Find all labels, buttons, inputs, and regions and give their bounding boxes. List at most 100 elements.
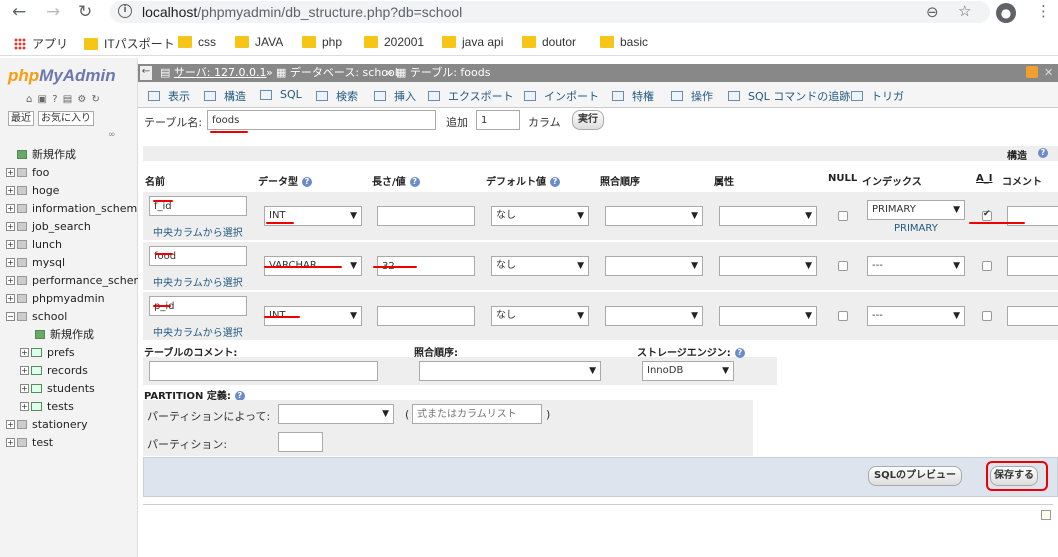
bookmark-folder[interactable]: doutor <box>522 35 576 49</box>
sql-preview-button[interactable]: SQLのプレビュー <box>868 466 962 486</box>
sidebar-item[interactable]: + records <box>20 362 88 378</box>
expand-icon[interactable]: + <box>20 365 29 375</box>
field-auto-increment-checkbox[interactable] <box>982 209 992 221</box>
bookmark-folder[interactable]: ITパスポート <box>84 35 175 52</box>
sidebar-item[interactable]: 新規作成 <box>24 326 94 342</box>
sidebar-item[interactable]: + lunch <box>6 236 62 252</box>
close-icon[interactable]: ✕ <box>1044 64 1053 82</box>
reload-icon[interactable]: ↻ <box>78 3 92 21</box>
tab-menu-item[interactable]: 特権 <box>612 88 654 104</box>
back-icon[interactable]: ← <box>12 3 26 21</box>
forward-icon[interactable]: → <box>46 3 60 21</box>
home-icon[interactable]: ⌂ <box>26 94 33 105</box>
tab-recent[interactable]: 最近 <box>8 111 34 126</box>
expand-icon[interactable]: + <box>6 185 15 195</box>
expand-icon[interactable]: + <box>6 167 15 177</box>
field-comment-input[interactable] <box>1007 256 1058 276</box>
bookmark-folder[interactable]: JAVA <box>235 35 283 49</box>
expand-icon[interactable]: + <box>6 419 15 429</box>
field-name-input[interactable] <box>149 246 247 266</box>
sidebar-item[interactable]: − school <box>6 308 67 324</box>
tab-menu-item[interactable]: エクスポート <box>428 88 514 104</box>
expand-icon[interactable]: + <box>20 401 29 411</box>
partitions-count-input[interactable] <box>278 432 323 452</box>
docs-icon[interactable]: ▤ <box>63 94 73 105</box>
storage-engine-select[interactable]: InnoDB ▼ <box>642 361 734 381</box>
tab-menu-item[interactable]: 操作 <box>671 88 713 104</box>
sidebar-item[interactable]: 新規作成 <box>6 146 76 162</box>
info-icon[interactable]: i <box>118 4 132 18</box>
tab-menu-item[interactable]: 挿入 <box>374 88 416 104</box>
partition-by-select[interactable]: ▼ <box>278 404 394 424</box>
bookmark-folder[interactable]: php <box>302 35 342 49</box>
field-index-select[interactable]: PRIMARY ▼ <box>867 200 965 220</box>
go-button[interactable]: 実行 <box>572 110 604 130</box>
expand-icon[interactable]: + <box>6 221 15 231</box>
select-central-column-link[interactable]: 中央カラムから選択 <box>153 324 243 339</box>
field-attributes-select[interactable]: ▼ <box>719 306 817 326</box>
more-menu-icon[interactable]: ⋮ <box>1036 2 1051 20</box>
sidebar-item[interactable]: + tests <box>20 398 74 414</box>
expand-icon[interactable]: + <box>20 383 29 393</box>
tab-menu-item[interactable]: SQL コマンドの追跡 <box>728 88 850 104</box>
breadcrumb-server[interactable]: ▤ サーバ: 127.0.0.1 <box>160 64 266 82</box>
tab-menu-item[interactable]: トリガ <box>851 88 904 104</box>
field-collation-select[interactable]: ▼ <box>605 256 703 276</box>
help-icon[interactable]: ? <box>550 177 560 187</box>
select-central-column-link[interactable]: 中央カラムから選択 <box>153 274 243 289</box>
collapse-arrow-icon[interactable]: ← <box>140 66 152 80</box>
star-icon[interactable]: ☆ <box>958 2 971 20</box>
field-index-select[interactable]: --- ▼ <box>867 306 965 326</box>
field-default-select[interactable]: なし ▼ <box>491 256 589 276</box>
address-bar[interactable]: i localhost/phpmyadmin/db_structure.php?… <box>110 1 990 23</box>
tab-menu-item[interactable]: 表示 <box>148 88 190 104</box>
select-central-column-link[interactable]: 中央カラムから選択 <box>153 224 243 239</box>
reload-nav-icon[interactable]: ↻ <box>91 94 100 105</box>
field-collation-select[interactable]: ▼ <box>605 206 703 226</box>
field-null-checkbox[interactable] <box>838 261 848 271</box>
expand-icon[interactable]: + <box>6 293 15 303</box>
help-icon[interactable]: ? <box>734 348 745 358</box>
help-icon[interactable]: ? <box>409 177 420 187</box>
sidebar-item[interactable]: + stationery <box>6 416 88 432</box>
field-length-input[interactable] <box>377 206 475 226</box>
collapse-icon[interactable]: − <box>6 311 15 321</box>
profile-avatar-icon[interactable]: ● <box>996 3 1016 23</box>
lock-icon[interactable] <box>1026 66 1038 78</box>
console-icon[interactable] <box>1041 510 1051 520</box>
table-collation-select[interactable]: ▼ <box>419 361 601 381</box>
expand-icon[interactable]: + <box>6 275 15 285</box>
field-length-input[interactable] <box>377 306 475 326</box>
help-icon[interactable]: ? <box>52 94 58 105</box>
sidebar-item[interactable]: + phpmyadmin <box>6 290 105 306</box>
sidebar-item[interactable]: + hoge <box>6 182 59 198</box>
expand-icon[interactable]: + <box>20 347 29 357</box>
sidebar-item[interactable]: + foo <box>6 164 49 180</box>
field-default-select[interactable]: なし ▼ <box>491 306 589 326</box>
expand-icon[interactable]: + <box>6 257 15 267</box>
sidebar-item[interactable]: + job_search <box>6 218 91 234</box>
expand-icon[interactable]: + <box>6 437 15 447</box>
tab-favorites[interactable]: お気に入り <box>38 111 94 126</box>
field-auto-increment-checkbox[interactable] <box>982 261 992 271</box>
field-auto-increment-checkbox[interactable] <box>982 311 992 321</box>
sidebar-item[interactable]: + mysql <box>6 254 65 270</box>
settings-icon[interactable]: ⚙ <box>77 94 87 105</box>
help-icon[interactable]: ? <box>1038 148 1048 158</box>
table-comment-input[interactable] <box>149 361 378 381</box>
sidebar-item[interactable]: + performance_schema <box>6 272 151 288</box>
field-attributes-select[interactable]: ▼ <box>719 256 817 276</box>
bookmark-folder[interactable]: java api <box>442 35 503 49</box>
sidebar-item[interactable]: + test <box>6 434 53 450</box>
phpmyadmin-logo[interactable]: phpMyAdmin <box>8 66 116 86</box>
logout-icon[interactable]: ▣ <box>38 94 48 105</box>
field-name-input[interactable] <box>149 196 247 216</box>
field-index-select[interactable]: --- ▼ <box>867 256 965 276</box>
field-null-checkbox[interactable] <box>838 311 848 321</box>
tab-menu-item[interactable]: インポート <box>524 88 599 104</box>
field-attributes-select[interactable]: ▼ <box>719 206 817 226</box>
table-name-input[interactable] <box>207 110 436 130</box>
bookmark-folder[interactable]: 202001 <box>364 35 424 49</box>
add-column-count-input[interactable] <box>476 110 520 130</box>
field-collation-select[interactable]: ▼ <box>605 306 703 326</box>
